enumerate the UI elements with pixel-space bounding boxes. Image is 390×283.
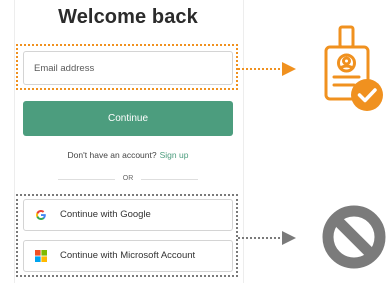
google-icon	[36, 210, 46, 220]
microsoft-icon	[35, 250, 47, 262]
divider-line-right	[141, 179, 198, 180]
id-badge-check-icon	[324, 25, 383, 111]
google-login-button[interactable]: Continue with Google	[23, 199, 233, 231]
signup-prompt: Don't have an account? Sign up	[14, 150, 242, 160]
page-title: Welcome back	[58, 6, 198, 28]
prohibited-icon	[322, 205, 386, 269]
or-divider: OR	[58, 174, 198, 184]
social-arrow	[238, 231, 296, 245]
email-input[interactable]	[23, 51, 233, 85]
no-account-text: Don't have an account?	[67, 150, 157, 160]
microsoft-login-button[interactable]: Continue with Microsoft Account	[23, 240, 233, 272]
email-arrow	[238, 62, 296, 76]
google-login-label: Continue with Google	[60, 209, 151, 220]
signup-link[interactable]: Sign up	[160, 150, 189, 160]
microsoft-login-label: Continue with Microsoft Account	[60, 250, 196, 261]
continue-button[interactable]: Continue	[23, 101, 233, 136]
